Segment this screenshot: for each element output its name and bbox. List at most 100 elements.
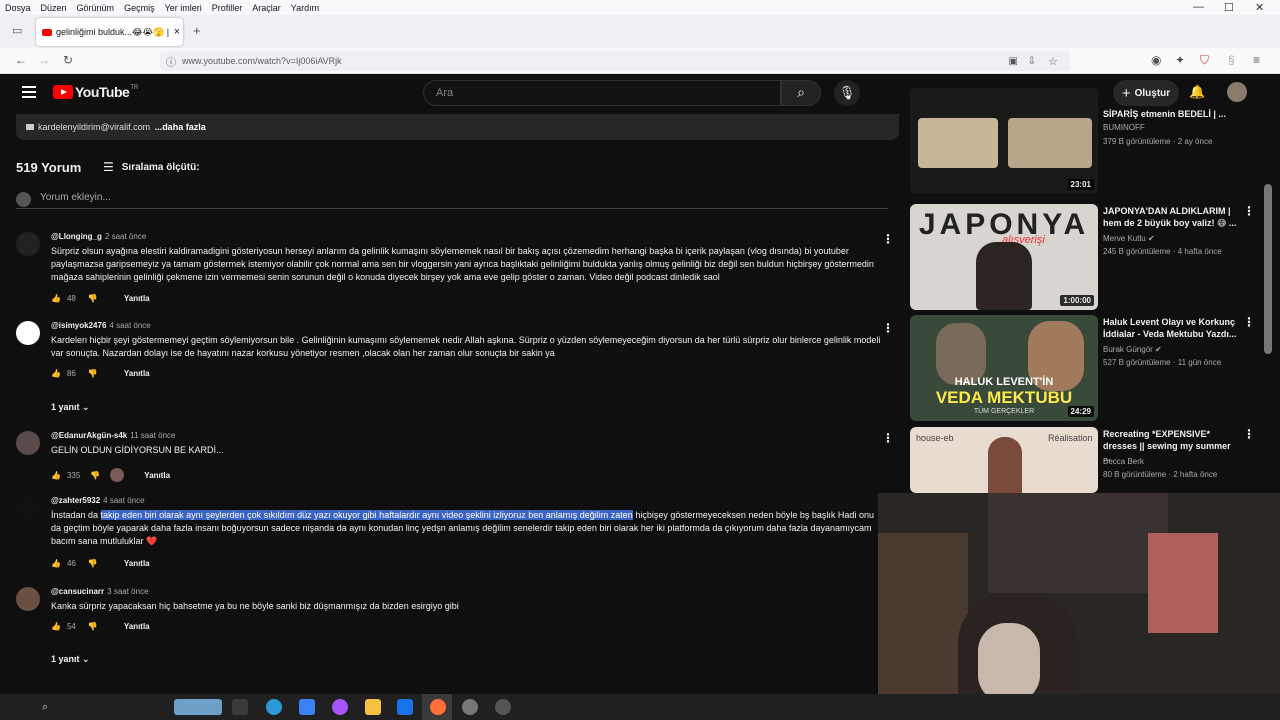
voice-search-icon[interactable]: 🎙 xyxy=(834,80,860,106)
like-icon[interactable]: 👍 xyxy=(51,369,61,378)
site-info-icon[interactable]: ⓘ xyxy=(166,54,176,69)
tab-active[interactable]: gelinliğimi bulduk...😂😭🫣 | nil × xyxy=(36,18,183,46)
like-icon[interactable]: 👍 xyxy=(51,559,61,568)
comment-time[interactable]: 4 saat önce xyxy=(103,496,144,505)
show-more-link[interactable]: ...daha fazla xyxy=(155,122,206,132)
comment-avatar[interactable] xyxy=(16,321,40,345)
dislike-icon[interactable]: 👎 xyxy=(88,369,98,378)
menu-yardim[interactable]: Yardım xyxy=(286,3,324,13)
back-icon[interactable]: ← xyxy=(15,53,27,67)
related-video[interactable]: 23:01 SİPARİŞ etmenin BEDELİ | ... BUMIN… xyxy=(910,88,1260,198)
replies-toggle[interactable]: 1 yanıt ⌄ xyxy=(51,402,90,413)
dislike-icon[interactable]: 👎 xyxy=(90,471,100,480)
comment-author[interactable]: @isimyok2476 xyxy=(51,321,106,330)
menu-yer-imleri[interactable]: Yer imleri xyxy=(160,3,207,13)
settings-icon[interactable] xyxy=(462,699,478,715)
reload-icon[interactable]: ↻ xyxy=(63,53,73,67)
reply-button[interactable]: Yanıtla xyxy=(124,622,150,631)
like-icon[interactable]: 👍 xyxy=(51,294,61,303)
video-title[interactable]: Haluk Levent Olayı ve Korkunç İddialar -… xyxy=(1103,316,1238,340)
comment-author[interactable]: @Llonging_g xyxy=(51,232,102,241)
like-icon[interactable]: 👍 xyxy=(51,471,61,480)
video-menu-icon[interactable]: ⋮ xyxy=(1243,427,1255,441)
related-video[interactable]: house-eb Réalisation Recreating *EXPENSI… xyxy=(910,427,1260,493)
comment-menu-icon[interactable]: ⋮ xyxy=(882,431,894,445)
menu-gorunum[interactable]: Görünüm xyxy=(72,3,120,13)
search-input[interactable]: Ara xyxy=(423,80,781,106)
task-view-icon[interactable] xyxy=(232,699,248,715)
comment-author[interactable]: @EdanurAkgün-s4k xyxy=(51,431,127,440)
channel-name[interactable]: BUMINOFF xyxy=(1103,123,1145,132)
reply-button[interactable]: Yanıtla xyxy=(124,294,150,303)
dislike-icon[interactable]: 👎 xyxy=(88,622,98,631)
reply-button[interactable]: Yanıtla xyxy=(124,369,150,378)
tab-close-icon[interactable]: × xyxy=(171,26,183,38)
minimize-icon[interactable]: — xyxy=(1193,1,1204,13)
menu-dosya[interactable]: Dosya xyxy=(0,3,36,13)
video-thumbnail[interactable]: 23:01 xyxy=(910,88,1098,194)
taskbar-search-highlight[interactable] xyxy=(174,699,222,715)
replies-toggle[interactable]: 1 yanıt ⌄ xyxy=(51,654,90,665)
like-icon[interactable]: 👍 xyxy=(51,622,61,631)
save-icon[interactable]: ⇩ xyxy=(1028,56,1036,67)
guide-menu-icon[interactable] xyxy=(22,86,36,98)
ublock-icon[interactable]: ⛉ xyxy=(1200,53,1209,68)
reply-button[interactable]: Yanıtla xyxy=(124,559,150,568)
reader-icon[interactable]: ▣ xyxy=(1009,56,1018,67)
mail-app-icon[interactable] xyxy=(397,699,413,715)
video-title[interactable]: SİPARİŞ etmenin BEDELİ | ... xyxy=(1103,108,1238,120)
dislike-icon[interactable]: 👎 xyxy=(88,559,98,568)
bookmark-star-icon[interactable]: ☆ xyxy=(1048,55,1058,68)
reply-button[interactable]: Yanıtla xyxy=(144,471,170,480)
comment-menu-icon[interactable]: ⋮ xyxy=(882,321,894,335)
app-menu-icon[interactable]: ≡ xyxy=(1253,53,1260,67)
maximize-icon[interactable]: ☐ xyxy=(1224,1,1234,14)
new-tab-icon[interactable]: + xyxy=(193,23,201,38)
menu-gecmis[interactable]: Geçmiş xyxy=(119,3,160,13)
comment-author[interactable]: @cansucinarr xyxy=(51,587,104,596)
url-bar[interactable]: ⓘ www.youtube.com/watch?v=Ij006iAVRjk ▣ … xyxy=(160,51,1070,71)
video-menu-icon[interactable]: ⋮ xyxy=(1243,204,1255,218)
channel-name[interactable]: Merve Kutlu ✔ xyxy=(1103,234,1155,243)
comment-avatar[interactable] xyxy=(16,496,40,520)
channel-name[interactable]: Becca Berk xyxy=(1103,457,1144,466)
close-window-icon[interactable]: ✕ xyxy=(1255,1,1264,14)
search-button[interactable]: ⌕ xyxy=(781,80,821,106)
taskbar-search-icon[interactable]: ⌕ xyxy=(42,701,48,714)
store-icon[interactable] xyxy=(299,699,315,715)
forward-icon[interactable]: → xyxy=(38,53,50,67)
extensions-icon[interactable]: ✦ xyxy=(1175,53,1185,67)
sort-button[interactable]: ☰ Sıralama ölçütü: xyxy=(103,160,200,174)
comment-avatar[interactable] xyxy=(16,587,40,611)
tab-list-icon[interactable]: ▭ xyxy=(12,24,22,37)
video-title[interactable]: JAPONYA'DAN ALDIKLARIM | hem de 2 büyük … xyxy=(1103,205,1238,229)
edge-icon[interactable] xyxy=(266,699,282,715)
add-comment-field[interactable]: Yorum ekleyin... xyxy=(16,192,888,209)
video-thumbnail[interactable]: house-eb Réalisation xyxy=(910,427,1098,493)
obs-icon[interactable] xyxy=(495,699,511,715)
video-thumbnail[interactable]: HALUK LEVENT'İN VEDA MEKTUBU TÜM GERÇEKL… xyxy=(910,315,1098,421)
related-video[interactable]: HALUK LEVENT'İN VEDA MEKTUBU TÜM GERÇEKL… xyxy=(910,315,1260,421)
dislike-icon[interactable]: 👎 xyxy=(88,294,98,303)
menu-profiller[interactable]: Profiller xyxy=(207,3,248,13)
channel-name[interactable]: Burak Güngör ✔ xyxy=(1103,345,1162,354)
comment-time[interactable]: 2 saat önce xyxy=(105,232,146,241)
video-thumbnail[interactable]: JAPONYA alışverişi 1:00:00 xyxy=(910,204,1098,310)
video-menu-icon[interactable]: ⋮ xyxy=(1243,315,1255,329)
copilot-icon[interactable] xyxy=(332,699,348,715)
comment-author[interactable]: @zahter5932 xyxy=(51,496,100,505)
comment-time[interactable]: 11 saat önce xyxy=(130,431,175,440)
comment-time[interactable]: 3 saat önce xyxy=(107,587,148,596)
comment-avatar[interactable] xyxy=(16,431,40,455)
sync-icon[interactable]: § xyxy=(1228,53,1235,67)
description-snippet[interactable]: kardelenyildirim@viralif.com ...daha faz… xyxy=(16,114,899,140)
file-explorer-icon[interactable] xyxy=(365,699,381,715)
menu-araclar[interactable]: Araçlar xyxy=(247,3,286,13)
comment-avatar[interactable] xyxy=(16,232,40,256)
comment-time[interactable]: 4 saat önce xyxy=(109,321,150,330)
menu-duzen[interactable]: Düzen xyxy=(36,3,72,13)
related-video[interactable]: JAPONYA alışverişi 1:00:00 JAPONYA'DAN A… xyxy=(910,204,1260,310)
comment-menu-icon[interactable]: ⋮ xyxy=(882,232,894,246)
account-icon[interactable]: ◉ xyxy=(1151,53,1161,67)
scrollbar-thumb[interactable] xyxy=(1264,184,1272,354)
